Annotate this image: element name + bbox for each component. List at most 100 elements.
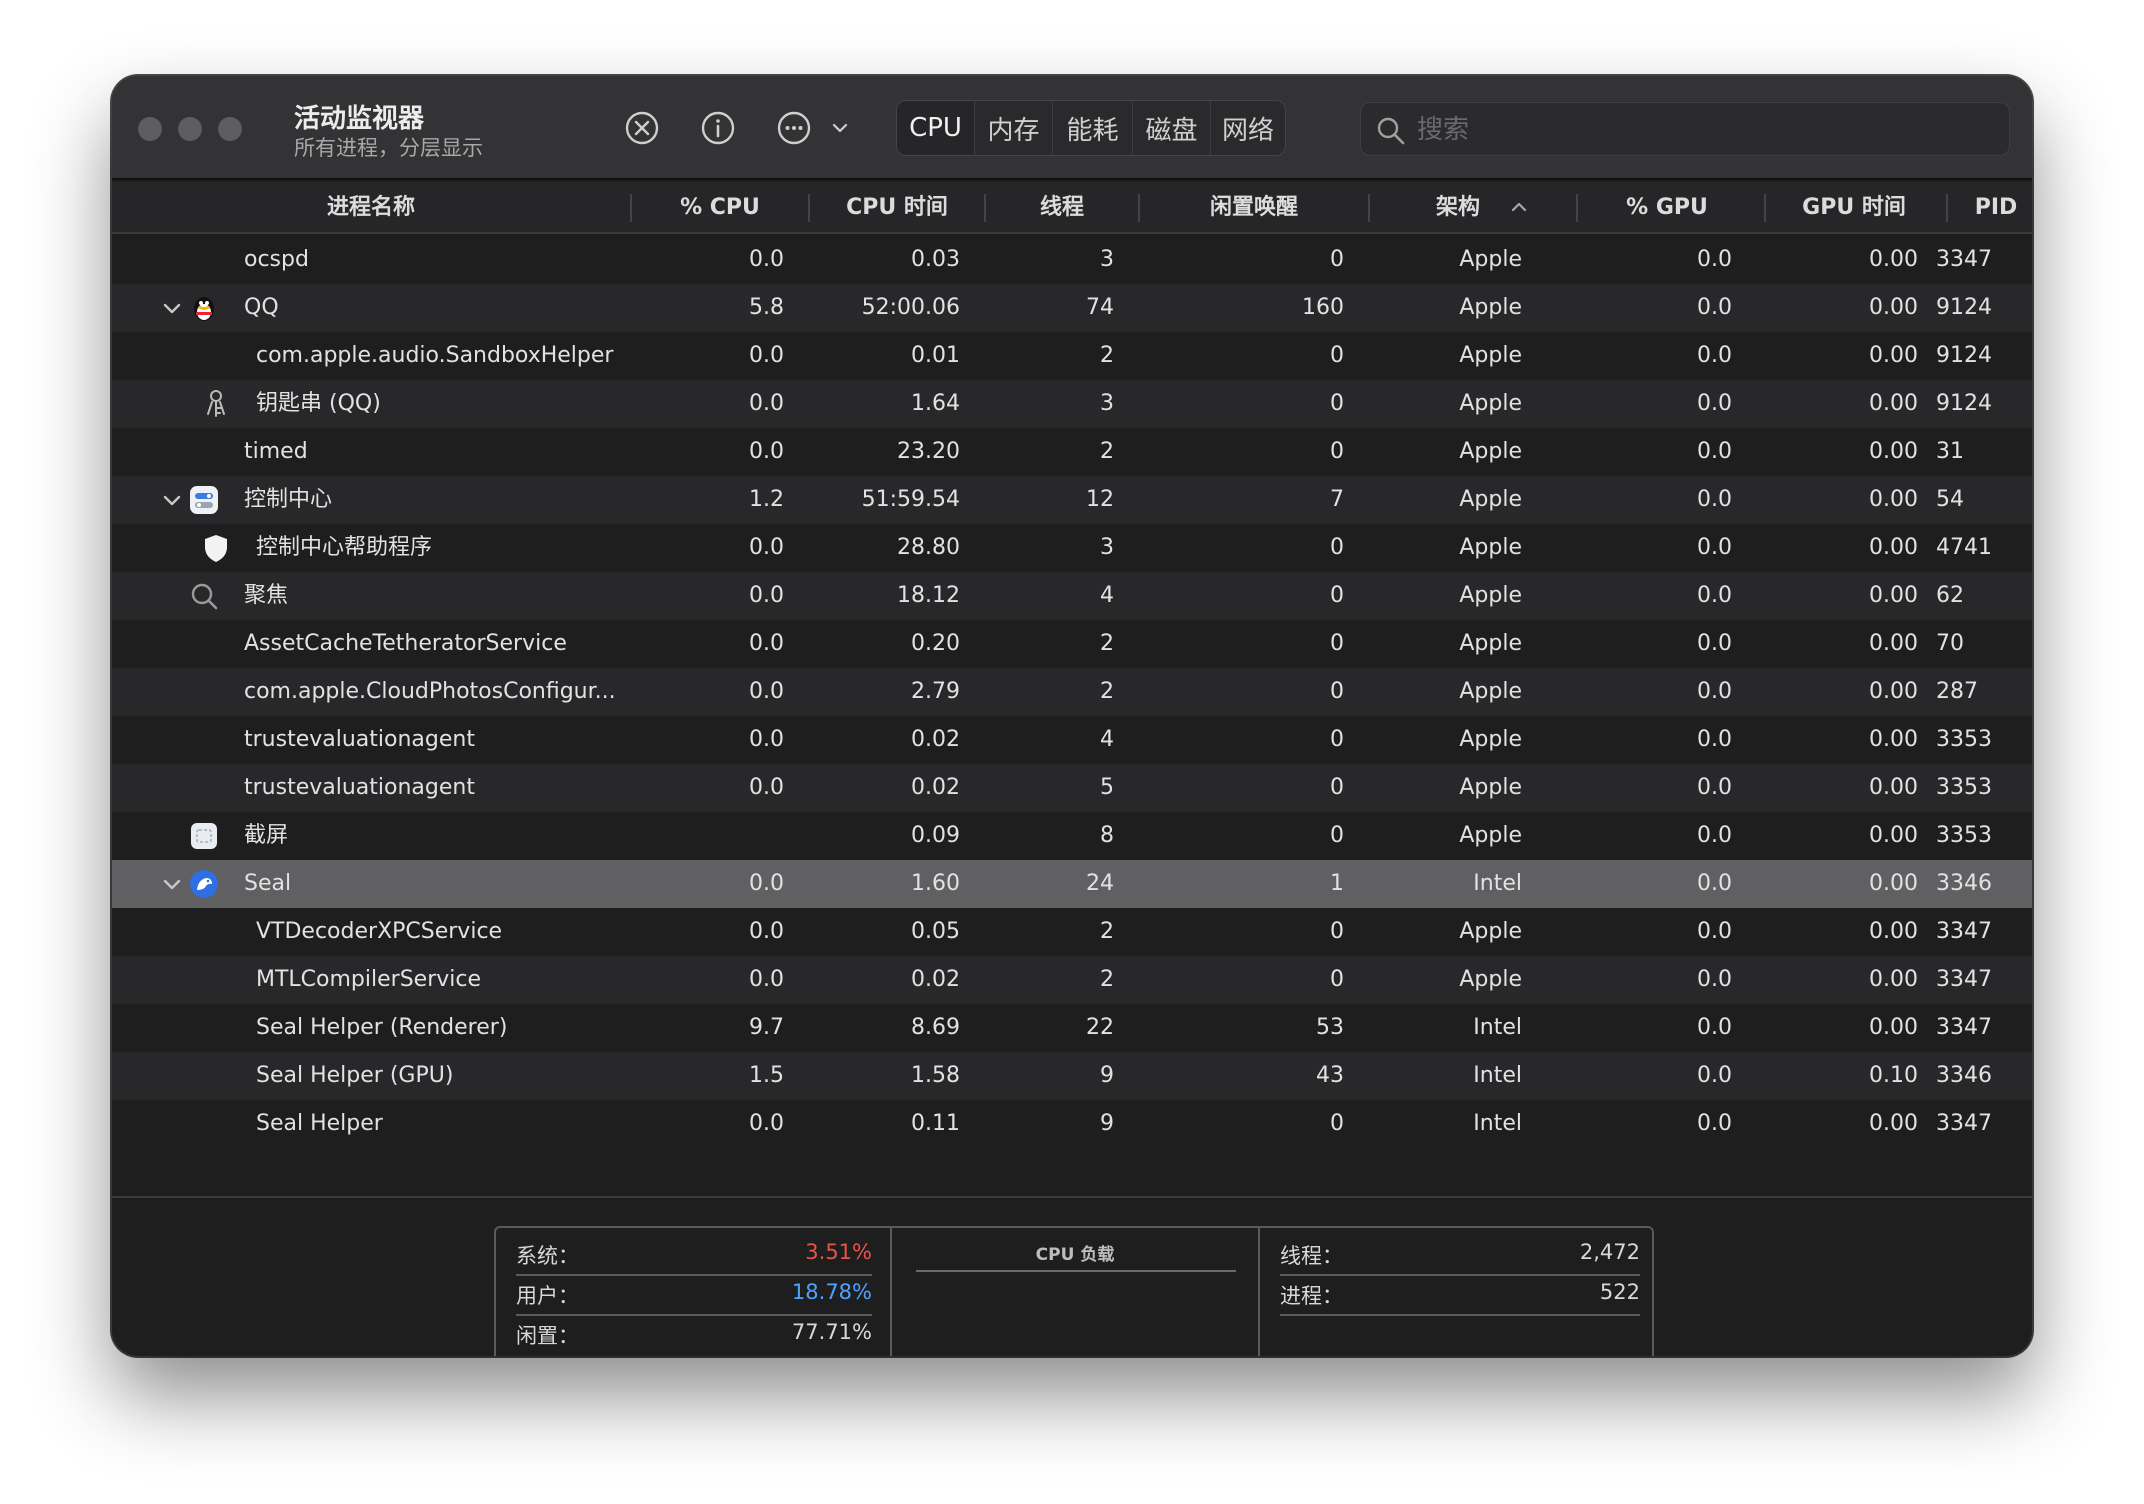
architecture-cell: Intel [1473,1111,1522,1136]
system-value: 3.51% [805,1240,872,1264]
screenshot-icon [188,820,220,852]
column-header-gpu-percent[interactable]: % GPU [1578,182,1756,234]
table-row[interactable]: Seal Helper (Renderer) 9.7 8.69 22 53 Intel 0.… [112,1004,2032,1052]
threads-cell: 2 [1100,631,1114,656]
table-row[interactable]: Seal Helper 0.0 0.11 9 0 Intel 0.0 0.00 3347 [112,1100,2032,1148]
close-window-button[interactable] [138,117,162,141]
idle-wakeups-cell: 0 [1330,679,1344,704]
cpu-time-cell: 1.60 [911,871,960,896]
cpu-load-title: CPU 负载 [1035,1245,1115,1265]
gpu-percent-cell: 0.0 [1697,679,1732,704]
tab-memory[interactable]: 内存 [975,101,1053,155]
table-header: 进程名称 % CPU CPU 时间 线程 闲置唤醒 架构 % GPU GPU 时… [112,182,2032,234]
threads-value: 2,472 [1579,1240,1640,1264]
table-row[interactable]: 控制中心 1.2 51:59.54 12 7 Apple 0.0 0.00 54 [112,476,2032,524]
idle-wakeups-cell: 0 [1330,823,1344,848]
column-header-process-name[interactable]: 进程名称 [112,182,630,234]
column-header-pid[interactable]: PID [1948,182,2032,234]
architecture-cell: Apple [1459,295,1522,320]
more-actions-button[interactable] [776,108,856,148]
search-input[interactable] [1417,109,1997,151]
table-row[interactable]: timed 0.0 23.20 2 0 Apple 0.0 0.00 31 [112,428,2032,476]
table-row[interactable]: 钥匙串 (QQ) 0.0 1.64 3 0 Apple 0.0 0.00 9124 [112,380,2032,428]
user-label: 用户： [516,1284,579,1308]
tab-cpu[interactable]: CPU [897,101,975,155]
pid-cell: 3353 [1936,823,1992,848]
activity-monitor-window: 活动监视器 所有进程，分层显示 CPU 内存 能耗 磁盘 网络 搜索 进程名称 … [112,76,2032,1356]
disclosure-chevron-icon[interactable] [160,296,184,320]
gpu-time-cell: 0.00 [1869,871,1918,896]
gpu-time-cell: 0.00 [1869,535,1918,560]
table-row[interactable]: AssetCacheTetheratorService 0.0 0.20 2 0 Appl… [112,620,2032,668]
pid-cell: 3347 [1936,247,1992,272]
threads-cell: 4 [1100,727,1114,752]
table-row[interactable]: Seal Helper (GPU) 1.5 1.58 9 43 Intel 0.0 0.10 3… [112,1052,2032,1100]
column-header-idle-wakeups[interactable]: 闲置唤醒 [1140,182,1368,234]
control-center-icon [188,484,220,516]
idle-wakeups-cell: 0 [1330,1111,1344,1136]
column-header-cpu-time[interactable]: CPU 时间 [810,182,984,234]
process-name-cell: Seal Helper [256,1111,383,1136]
cpu-time-cell: 1.58 [911,1063,960,1088]
table-row[interactable]: QQ 5.8 52:00.06 74 160 Apple 0.0 0.00 9124 [112,284,2032,332]
architecture-cell: Apple [1459,583,1522,608]
zoom-window-button[interactable] [218,117,242,141]
disclosure-chevron-icon[interactable] [160,872,184,896]
pid-cell: 62 [1936,583,1964,608]
process-name-cell: 控制中心帮助程序 [256,535,433,560]
table-row[interactable]: trustevaluationagent 0.0 0.02 5 0 Apple 0.0 0.0… [112,764,2032,812]
process-name-cell: trustevaluationagent [244,727,475,752]
cpu-percent-cell: 0.0 [749,727,784,752]
threads-cell: 3 [1100,535,1114,560]
threads-cell: 2 [1100,439,1114,464]
column-header-cpu-percent[interactable]: % CPU [632,182,808,234]
system-label: 系统： [516,1244,579,1268]
gpu-time-cell: 0.00 [1869,583,1918,608]
cpu-percent-cell: 0.0 [749,919,784,944]
threads-cell: 8 [1100,823,1114,848]
idle-wakeups-cell: 0 [1330,919,1344,944]
minimize-window-button[interactable] [178,117,202,141]
table-row[interactable]: VTDecoderXPCService 0.0 0.05 2 0 Apple 0.0 0.00… [112,908,2032,956]
threads-cell: 24 [1086,871,1114,896]
architecture-cell: Apple [1459,823,1522,848]
pid-cell: 70 [1936,631,1964,656]
idle-wakeups-cell: 0 [1330,343,1344,368]
process-name-cell: Seal [244,871,292,896]
disclosure-chevron-icon[interactable] [160,488,184,512]
table-row[interactable]: ocspd 0.0 0.03 3 0 Apple 0.0 0.00 3347 [112,236,2032,284]
pid-cell: 9124 [1936,295,1992,320]
idle-wakeups-cell: 160 [1302,295,1344,320]
cpu-percent-cell [632,812,784,860]
gpu-time-cell: 0.00 [1869,631,1918,656]
tab-network[interactable]: 网络 [1211,101,1285,155]
tab-disk[interactable]: 磁盘 [1133,101,1211,155]
idle-wakeups-cell: 0 [1330,967,1344,992]
stop-process-button[interactable] [622,108,662,148]
search-field[interactable] [1360,102,2010,156]
process-name-cell: 钥匙串 (QQ) [256,391,381,416]
column-header-gpu-time[interactable]: GPU 时间 [1766,182,1942,234]
table-row[interactable]: 聚焦 0.0 18.12 4 0 Apple 0.0 0.00 62 [112,572,2032,620]
column-header-threads[interactable]: 线程 [986,182,1138,234]
table-row[interactable]: 截屏 0.09 8 0 Apple 0.0 0.00 3353 [112,812,2032,860]
info-circle-icon [701,111,735,145]
cpu-percent-cell: 0.0 [749,967,784,992]
threads-cell: 2 [1100,919,1114,944]
inspect-process-button[interactable] [698,108,738,148]
table-row[interactable]: 控制中心帮助程序 0.0 28.80 3 0 Apple 0.0 0.00 4741 [112,524,2032,572]
cpu-percent-cell: 0.0 [749,535,784,560]
threads-cell: 2 [1100,679,1114,704]
table-row[interactable]: com.apple.CloudPhotosConfigur... 0.0 2.79 2… [112,668,2032,716]
table-row[interactable]: Seal 0.0 1.60 24 1 Intel 0.0 0.00 3346 [112,860,2032,908]
gpu-percent-cell: 0.0 [1697,631,1732,656]
tab-energy[interactable]: 能耗 [1053,101,1133,155]
table-row[interactable]: com.apple.audio.SandboxHelper 0.0 0.01 2 0 Ap… [112,332,2032,380]
table-row[interactable]: MTLCompilerService 0.0 0.02 2 0 Apple 0.0 0.00 3… [112,956,2032,1004]
idle-wakeups-cell: 0 [1330,727,1344,752]
table-row[interactable]: trustevaluationagent 0.0 0.02 4 0 Apple 0.0 0.0… [112,716,2032,764]
threads-cell: 9 [1100,1063,1114,1088]
process-name-cell: VTDecoderXPCService [256,919,503,944]
cpu-time-cell: 18.12 [897,583,960,608]
gpu-percent-cell: 0.0 [1697,439,1732,464]
